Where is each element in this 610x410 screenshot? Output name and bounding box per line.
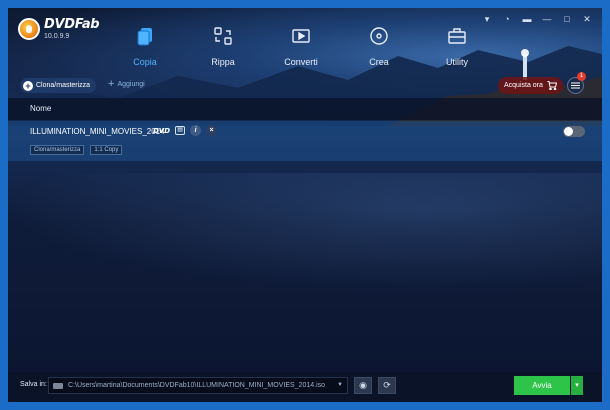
source-toggle[interactable] <box>563 126 585 137</box>
app-window: DVDFab 10.0.9.9 ▾ ◔ ▬ — □ ✕ Copia Rippa … <box>8 8 602 402</box>
settings-menu-icon[interactable]: ▾ <box>482 14 492 25</box>
output-path-field[interactable]: C:\Users\martina\Documents\DVDFab10\ILLU… <box>48 377 348 394</box>
tab-rippa[interactable]: Rippa <box>193 26 253 70</box>
tab-label: Rippa <box>211 57 235 67</box>
cart-icon <box>547 81 557 90</box>
add-label: Aggiungi <box>117 81 145 88</box>
refresh-icon: ⟳ <box>383 380 391 390</box>
list-menu-icon <box>571 82 580 89</box>
clone-burn-button[interactable]: + Clona/masterizza <box>20 78 97 93</box>
profile-tag[interactable]: 1:1 Copy <box>90 145 123 155</box>
save-to-label: Salva in: <box>20 381 47 388</box>
tab-label: Utility <box>446 57 468 67</box>
output-path-text: C:\Users\martina\Documents\DVDFab10\ILLU… <box>68 382 326 389</box>
main-nav: Copia Rippa Converti Crea Utility <box>8 26 602 74</box>
chevron-down-icon: ▾ <box>575 382 579 389</box>
start-button[interactable]: Avvia <box>514 376 570 395</box>
minimize-icon[interactable]: — <box>542 14 552 25</box>
window-controls: ▾ ◔ ▬ — □ ✕ <box>482 14 592 25</box>
tab-label: Converti <box>284 57 318 67</box>
rip-icon <box>214 27 232 45</box>
create-disc-icon <box>370 27 388 45</box>
maximize-icon[interactable]: □ <box>562 14 572 25</box>
buy-now-button[interactable]: Acquista ora <box>498 77 563 94</box>
column-name-header: Nome <box>30 104 52 113</box>
chevron-down-icon[interactable]: ▼ <box>337 382 343 388</box>
remove-icon[interactable]: × <box>206 125 218 136</box>
skin-icon[interactable]: ▬ <box>522 14 532 25</box>
tab-converti[interactable]: Converti <box>271 26 331 70</box>
convert-icon <box>292 29 310 43</box>
desktop-frame: DVDFab 10.0.9.9 ▾ ◔ ▬ — □ ✕ Copia Rippa … <box>0 0 610 410</box>
buy-now-label: Acquista ora <box>504 82 543 89</box>
list-header: Nome <box>8 98 602 120</box>
toolbox-icon <box>448 28 466 44</box>
tab-label: Crea <box>369 57 389 67</box>
add-button[interactable]: + Aggiungi <box>108 78 145 90</box>
dvd-format-icon: DVD <box>153 126 171 135</box>
source-actions: DVD ▤ i × <box>153 125 218 136</box>
plus-icon: + <box>108 78 115 90</box>
bottom-bar: Salva in: C:\Users\martina\Documents\DVD… <box>8 372 602 402</box>
list-item[interactable]: ILLUMINATION_MINI_MOVIES_2014 DVD ▤ i × … <box>8 121 602 161</box>
plus-icon: + <box>23 80 33 91</box>
copy-icon <box>137 28 152 46</box>
tab-crea[interactable]: Crea <box>349 26 409 70</box>
close-icon[interactable]: ✕ <box>582 14 592 25</box>
source-title: ILLUMINATION_MINI_MOVIES_2014 <box>30 127 165 136</box>
iso-icon: ◉ <box>359 380 367 390</box>
tab-label: Copia <box>133 57 157 67</box>
mode-tag[interactable]: Clona/masterizza <box>30 145 85 155</box>
drive-icon <box>53 382 63 389</box>
background-reflection <box>8 173 602 293</box>
notification-badge: 1 <box>577 72 586 81</box>
start-options-button[interactable]: ▾ <box>571 376 583 395</box>
tab-utility[interactable]: Utility <box>427 26 487 70</box>
iso-output-button[interactable]: ◉ <box>354 377 372 394</box>
info-icon[interactable]: i <box>190 125 202 136</box>
tab-copia[interactable]: Copia <box>115 26 175 70</box>
source-tags: Clona/masterizza 1:1 Copy <box>30 145 123 155</box>
subtitle-icon[interactable]: ▤ <box>175 126 186 135</box>
clone-burn-label: Clona/masterizza <box>36 82 91 89</box>
wifi-icon[interactable]: ◔ <box>502 14 512 25</box>
refresh-button[interactable]: ⟳ <box>378 377 396 394</box>
